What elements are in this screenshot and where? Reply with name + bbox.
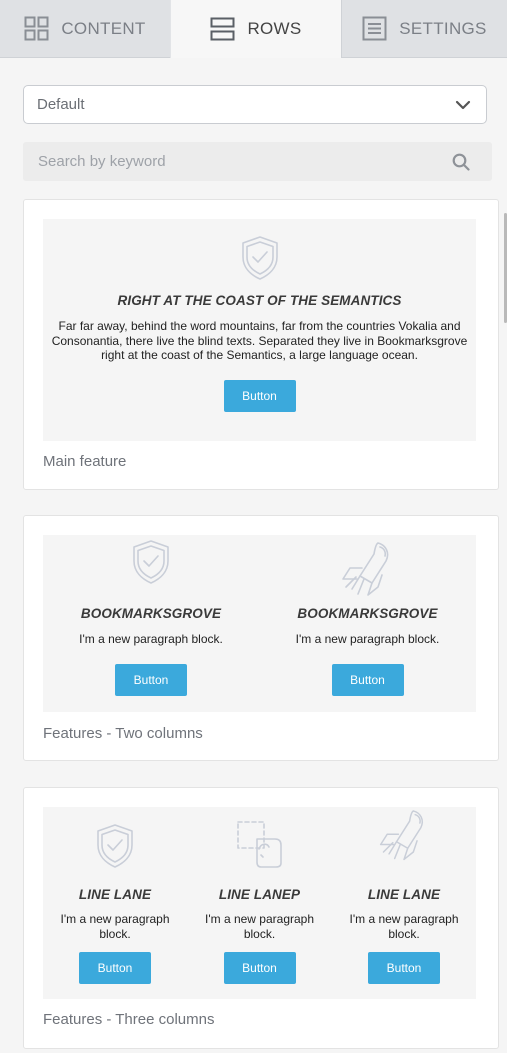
feature-title: LINE LANEP <box>218 887 301 902</box>
panel-tabs: CONTENT ROWS SETTINGS <box>0 0 507 58</box>
rocket-icon <box>332 810 476 869</box>
drag-hand-icon <box>187 819 332 869</box>
feature-column: LINE LANEP I'm a new paragraph block. Bu… <box>187 819 332 984</box>
tab-content-label: CONTENT <box>61 18 146 38</box>
search-input[interactable] <box>38 153 438 170</box>
feature-column: RIGHT AT THE COAST OF THE SEMANTICS Far … <box>43 235 476 412</box>
feature-title: BOOKMARKSGROVE <box>297 606 438 621</box>
feature-column: LINE LANE I'm a new paragraph block. But… <box>332 810 476 984</box>
row-template-three-columns[interactable]: LINE LANE I'm a new paragraph block. But… <box>23 787 499 1049</box>
search-icon[interactable] <box>452 153 470 176</box>
feature-text: I'm a new paragraph block. <box>79 632 223 646</box>
tab-content[interactable]: CONTENT <box>0 0 170 58</box>
feature-text: I'm a new paragraph block. <box>60 912 170 941</box>
tab-settings[interactable]: SETTINGS <box>342 0 507 58</box>
row-template-label: Features - Two columns <box>43 725 203 742</box>
feature-button[interactable]: Button <box>223 379 296 412</box>
chevron-down-icon <box>455 97 471 117</box>
feature-text: I'm a new paragraph block. <box>349 912 459 941</box>
feature-title: BOOKMARKSGROVE <box>80 606 222 621</box>
settings-doc-icon <box>362 16 387 41</box>
row-template-two-columns[interactable]: BOOKMARKSGROVE I'm a new paragraph block… <box>23 515 499 761</box>
row-template-label: Main feature <box>43 453 127 470</box>
row-preview: LINE LANE I'm a new paragraph block. But… <box>43 807 476 999</box>
rows-icon <box>210 17 235 41</box>
feature-button[interactable]: Button <box>331 663 404 696</box>
row-preview: BOOKMARKSGROVE I'm a new paragraph block… <box>43 535 476 712</box>
tab-rows[interactable]: ROWS <box>170 0 342 58</box>
feature-column: BOOKMARKSGROVE I'm a new paragraph block… <box>43 539 259 696</box>
feature-title: LINE LANE <box>367 887 441 902</box>
feature-column: LINE LANE I'm a new paragraph block. But… <box>43 819 187 984</box>
feature-text: I'm a new paragraph block. <box>295 632 440 646</box>
tab-rows-label: ROWS <box>247 19 302 38</box>
shield-check-icon <box>43 539 259 585</box>
feature-text: Far far away, behind the word mountains,… <box>51 319 468 362</box>
feature-text: I'm a new paragraph block. <box>204 912 315 941</box>
feature-title: LINE LANE <box>78 887 152 902</box>
row-preview: RIGHT AT THE COAST OF THE SEMANTICS Far … <box>43 219 476 441</box>
row-category-value: Default <box>37 96 85 113</box>
feature-button[interactable]: Button <box>368 952 440 984</box>
shield-check-icon <box>43 819 187 869</box>
feature-button[interactable]: Button <box>79 952 151 984</box>
feature-title: RIGHT AT THE COAST OF THE SEMANTICS <box>117 293 402 308</box>
tab-settings-label: SETTINGS <box>399 18 487 38</box>
shield-check-icon <box>43 235 476 281</box>
search-bar <box>23 142 492 181</box>
row-category-select[interactable]: Default <box>23 85 487 124</box>
rocket-icon <box>259 539 476 605</box>
feature-button[interactable]: Button <box>115 663 187 696</box>
feature-button[interactable]: Button <box>223 952 296 984</box>
row-template-main-feature[interactable]: RIGHT AT THE COAST OF THE SEMANTICS Far … <box>23 199 499 490</box>
row-template-label: Features - Three columns <box>43 1011 215 1028</box>
grid-icon <box>24 16 49 41</box>
feature-column: BOOKMARKSGROVE I'm a new paragraph block… <box>259 539 476 696</box>
